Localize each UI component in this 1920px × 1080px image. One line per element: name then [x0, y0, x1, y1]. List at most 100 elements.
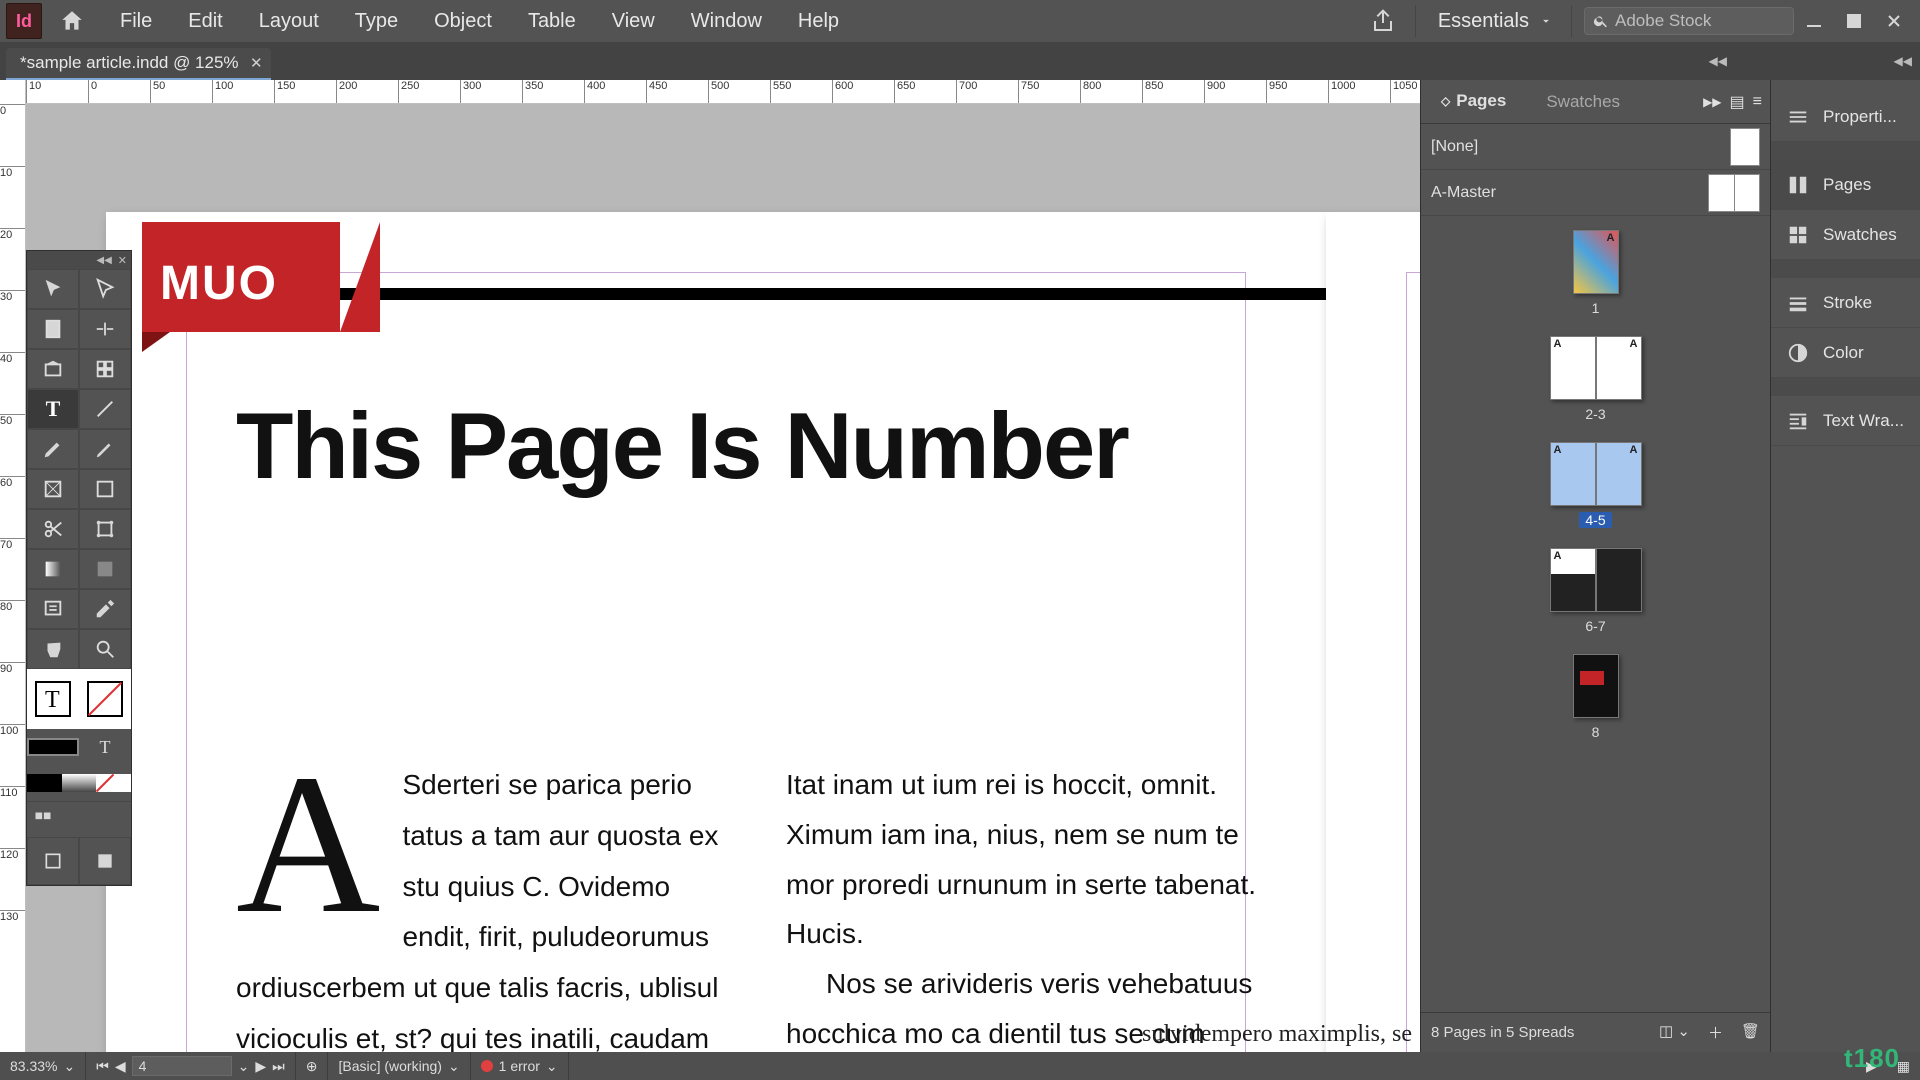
panel-layout-icon[interactable]: ▤ — [1730, 92, 1745, 112]
panel-expand-icon[interactable]: ▶▶ — [1703, 95, 1721, 109]
search-icon — [1593, 13, 1609, 29]
menu-view[interactable]: View — [594, 5, 673, 37]
fill-stroke-proxy[interactable]: T — [27, 669, 131, 729]
scissors-tool[interactable] — [27, 509, 79, 549]
rectangle-tool[interactable] — [79, 469, 131, 509]
line-tool[interactable] — [79, 389, 131, 429]
tools-close-icon[interactable]: ✕ — [118, 254, 127, 267]
page-right[interactable] — [1326, 212, 1420, 1052]
gradient-swatch-tool[interactable] — [27, 549, 79, 589]
panel-menu-icon[interactable]: ≡ — [1753, 93, 1762, 111]
page-number-field[interactable]: 4 — [132, 1056, 232, 1076]
spread-1[interactable]: A 1 — [1421, 230, 1770, 316]
workspace-switcher[interactable]: Essentials — [1415, 5, 1572, 37]
panel-label: Stroke — [1823, 293, 1872, 313]
formatting-text-icon[interactable]: T — [79, 729, 131, 765]
vertical-ruler: 0102030405060708090100110120130 — [0, 80, 26, 1052]
pages-panel-tab-pages[interactable]: ◇ Pages — [1421, 80, 1526, 123]
page-tool[interactable] — [27, 309, 79, 349]
note-tool[interactable] — [27, 589, 79, 629]
page-left[interactable]: MUO This Page Is Number A Sderteri se pa… — [106, 212, 1326, 1052]
pages-tab-label: Pages — [1456, 91, 1506, 111]
master-none-label: [None] — [1431, 138, 1478, 156]
spread-8[interactable]: 8 — [1421, 654, 1770, 740]
menu-edit[interactable]: Edit — [170, 5, 240, 37]
window-close-icon[interactable] — [1874, 14, 1914, 28]
headline-text[interactable]: This Page Is Number — [236, 392, 1128, 500]
last-page-icon[interactable]: ⏭ — [272, 1058, 285, 1075]
spread-list[interactable]: A 1 AA 2-3 AA 4-5 — [1421, 216, 1770, 1012]
apply-color-icon[interactable] — [27, 765, 62, 801]
tools-collapse-icon[interactable]: ◀◀ — [96, 255, 111, 266]
apply-none-icon[interactable] — [96, 765, 131, 801]
first-page-icon[interactable]: ⏮ — [96, 1058, 109, 1075]
preflight-preset[interactable]: [Basic] (working) ⌄ — [328, 1052, 470, 1080]
color-icon — [1787, 342, 1809, 364]
preflight-errors[interactable]: 1 error ⌄ — [471, 1052, 569, 1080]
spread-4-5[interactable]: AA 4-5 — [1421, 442, 1770, 528]
content-placer-tool[interactable] — [79, 349, 131, 389]
pages-footer-text: 8 Pages in 5 Spreads — [1431, 1024, 1574, 1041]
pencil-tool[interactable] — [79, 429, 131, 469]
selection-tool[interactable] — [27, 269, 79, 309]
panel-textwrap[interactable]: Text Wra... — [1771, 396, 1920, 446]
window-maximize-icon[interactable] — [1834, 14, 1874, 28]
menu-file[interactable]: File — [102, 5, 170, 37]
panel-color[interactable]: Color — [1771, 328, 1920, 378]
next-page-icon[interactable]: ▶ — [255, 1058, 266, 1075]
page-nav[interactable]: ⏮ ◀ 4 ⌄ ▶ ⏭ — [86, 1052, 296, 1080]
panel-pages[interactable]: Pages — [1771, 160, 1920, 210]
preview-view-icon[interactable] — [79, 837, 131, 885]
panel-properties[interactable]: Properti... — [1771, 92, 1920, 142]
gradient-feather-tool[interactable] — [79, 549, 131, 589]
gap-tool[interactable] — [79, 309, 131, 349]
eyedropper-tool[interactable] — [79, 589, 131, 629]
window-minimize-icon[interactable] — [1794, 14, 1834, 28]
pen-tool[interactable] — [27, 429, 79, 469]
rectangle-frame-tool[interactable] — [27, 469, 79, 509]
chevron-down-icon[interactable]: ⌄ — [238, 1058, 250, 1075]
body-column-1[interactable]: A Sderteri se parica perio tatus a tam a… — [236, 760, 726, 1052]
close-icon[interactable]: ✕ — [250, 54, 263, 72]
direct-selection-tool[interactable] — [79, 269, 131, 309]
adobe-stock-search[interactable]: Adobe Stock — [1584, 7, 1794, 35]
apply-gradient-icon[interactable] — [62, 765, 97, 801]
document-tab[interactable]: *sample article.indd @ 125% ✕ — [6, 48, 271, 80]
spread-6-7[interactable]: AA 6-7 — [1421, 548, 1770, 634]
share-icon[interactable] — [1363, 5, 1403, 37]
delete-page-icon[interactable]: 🗑 — [1741, 1022, 1760, 1043]
formatting-container-icon[interactable] — [27, 729, 79, 765]
content-collector-tool[interactable] — [27, 349, 79, 389]
menu-object[interactable]: Object — [416, 5, 510, 37]
view-options-icon[interactable] — [33, 810, 53, 830]
panel-stroke[interactable]: Stroke — [1771, 278, 1920, 328]
page-size-icon[interactable]: ◫ ⌄ — [1659, 1022, 1690, 1043]
open-dialog-icon[interactable]: ⊕ — [296, 1052, 329, 1080]
watermark-logo: t180 — [1844, 1043, 1900, 1074]
menu-type[interactable]: Type — [337, 5, 416, 37]
menu-table[interactable]: Table — [510, 5, 594, 37]
hand-tool[interactable] — [27, 629, 79, 669]
spread-2-3[interactable]: AA 2-3 — [1421, 336, 1770, 422]
new-page-icon[interactable]: ＋ — [1708, 1022, 1723, 1043]
normal-view-icon[interactable] — [27, 837, 79, 885]
home-icon[interactable] — [52, 5, 92, 37]
menu-help[interactable]: Help — [780, 5, 857, 37]
pages-panel-tab-swatches[interactable]: Swatches — [1526, 80, 1640, 123]
prev-page-icon[interactable]: ◀ — [115, 1058, 126, 1075]
free-transform-tool[interactable] — [79, 509, 131, 549]
overflow-text-peek: sulvidempero maximplis, se — [1142, 1021, 1412, 1048]
master-a-row[interactable]: A-Master — [1421, 170, 1770, 216]
type-tool[interactable]: T — [27, 389, 79, 429]
menu-layout[interactable]: Layout — [241, 5, 337, 37]
stock-placeholder: Adobe Stock — [1615, 11, 1711, 31]
zoom-level[interactable]: 83.33% ⌄ — [0, 1052, 86, 1080]
document-canvas[interactable]: 1005010015020025030035040045050055060065… — [26, 80, 1420, 1052]
panel-expand-right-icon[interactable]: ◀◀ — [1894, 54, 1912, 68]
menu-window[interactable]: Window — [673, 5, 780, 37]
master-none-row[interactable]: [None] — [1421, 124, 1770, 170]
panel-swatches[interactable]: Swatches — [1771, 210, 1920, 260]
panel-expand-left-icon[interactable]: ◀◀ — [1709, 54, 1727, 68]
zoom-tool[interactable] — [79, 629, 131, 669]
body-column-2[interactable]: Itat inam ut ium rei is hoccit, omnit. X… — [786, 760, 1276, 1052]
